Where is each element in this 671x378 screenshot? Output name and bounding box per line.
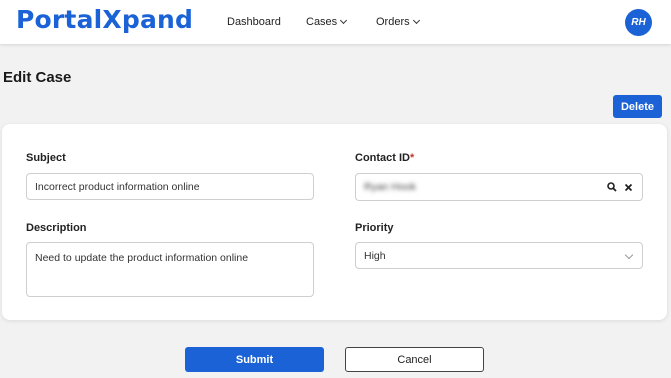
nav-dashboard[interactable]: Dashboard bbox=[227, 16, 281, 28]
subject-label: Subject bbox=[26, 152, 66, 164]
contact-id-label: Contact ID* bbox=[355, 152, 414, 164]
nav-cases-menu[interactable]: Cases bbox=[306, 16, 348, 28]
nav-cases-label: Cases bbox=[306, 16, 338, 28]
edit-case-form: Subject Incorrect product information on… bbox=[2, 124, 667, 320]
required-asterisk: * bbox=[410, 152, 415, 164]
contact-id-label-text: Contact ID bbox=[355, 152, 410, 164]
clear-icon[interactable] bbox=[624, 183, 633, 192]
nav-dashboard-label: Dashboard bbox=[227, 16, 281, 28]
subject-input[interactable]: Incorrect product information online bbox=[26, 173, 314, 200]
subject-value: Incorrect product information online bbox=[35, 180, 200, 193]
top-nav-bar: PortalXpand Dashboard Cases Orders RH bbox=[0, 0, 671, 44]
contact-id-actions bbox=[607, 182, 633, 192]
description-label: Description bbox=[26, 222, 87, 234]
description-value: Need to update the product information o… bbox=[35, 252, 249, 264]
user-avatar[interactable]: RH bbox=[625, 9, 652, 36]
contact-id-value: Ryan Hook bbox=[364, 181, 416, 193]
chevron-down-icon bbox=[624, 250, 634, 260]
search-icon[interactable] bbox=[607, 182, 617, 192]
delete-button[interactable]: Delete bbox=[613, 95, 662, 118]
priority-label: Priority bbox=[355, 222, 394, 234]
chevron-down-icon bbox=[340, 16, 348, 25]
page-title: Edit Case bbox=[3, 69, 72, 86]
priority-select[interactable]: High bbox=[355, 242, 643, 269]
description-textarea[interactable]: Need to update the product information o… bbox=[26, 242, 314, 297]
nav-orders-label: Orders bbox=[376, 16, 410, 28]
app-logo[interactable]: PortalXpand bbox=[16, 5, 193, 34]
submit-button[interactable]: Submit bbox=[185, 347, 324, 372]
priority-value: High bbox=[364, 249, 386, 262]
nav-orders-menu[interactable]: Orders bbox=[376, 16, 420, 28]
cancel-button[interactable]: Cancel bbox=[345, 347, 484, 372]
contact-id-lookup[interactable]: Ryan Hook bbox=[355, 173, 643, 201]
chevron-down-icon bbox=[412, 16, 420, 25]
